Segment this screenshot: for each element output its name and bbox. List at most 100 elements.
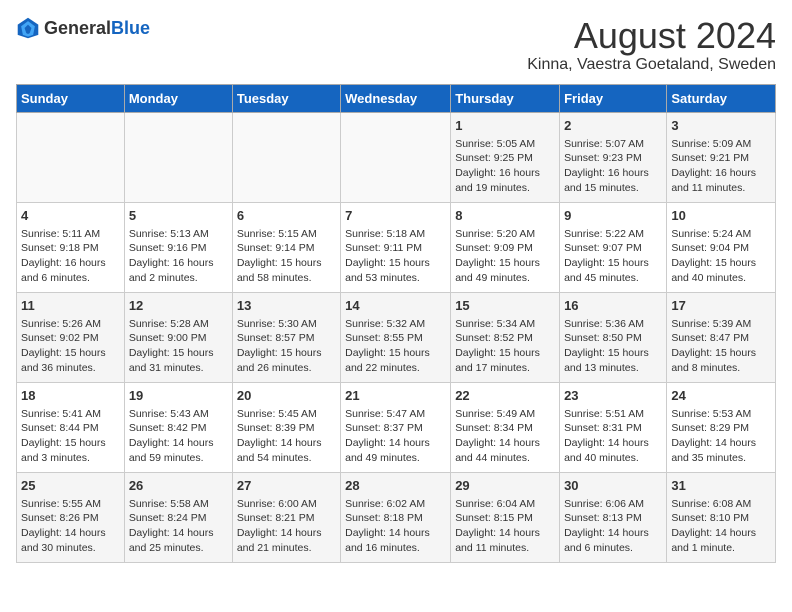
day-info: and 6 minutes.	[564, 541, 662, 556]
day-number: 23	[564, 387, 662, 405]
day-info: Sunrise: 5:26 AM	[21, 317, 120, 332]
day-number: 24	[671, 387, 771, 405]
day-info: Sunset: 8:37 PM	[345, 421, 446, 436]
day-info: Sunset: 8:21 PM	[237, 511, 336, 526]
day-info: Sunset: 9:18 PM	[21, 241, 120, 256]
header-cell-friday: Friday	[560, 84, 667, 112]
calendar-cell: 3Sunrise: 5:09 AMSunset: 9:21 PMDaylight…	[667, 112, 776, 202]
day-info: and 31 minutes.	[129, 361, 228, 376]
day-info: Sunrise: 5:05 AM	[455, 137, 555, 152]
day-info: Sunset: 9:07 PM	[564, 241, 662, 256]
calendar-cell: 19Sunrise: 5:43 AMSunset: 8:42 PMDayligh…	[124, 382, 232, 472]
day-info: Daylight: 15 hours	[129, 346, 228, 361]
day-info: Sunset: 8:39 PM	[237, 421, 336, 436]
day-info: Daylight: 15 hours	[21, 436, 120, 451]
day-info: Sunrise: 5:55 AM	[21, 497, 120, 512]
day-info: Sunrise: 5:51 AM	[564, 407, 662, 422]
day-info: Daylight: 15 hours	[671, 256, 771, 271]
day-info: Daylight: 14 hours	[237, 526, 336, 541]
header-cell-monday: Monday	[124, 84, 232, 112]
day-info: Sunrise: 5:09 AM	[671, 137, 771, 152]
calendar-cell: 28Sunrise: 6:02 AMSunset: 8:18 PMDayligh…	[341, 472, 451, 562]
day-info: and 35 minutes.	[671, 451, 771, 466]
day-info: Sunrise: 5:47 AM	[345, 407, 446, 422]
day-info: Daylight: 14 hours	[564, 436, 662, 451]
day-info: Daylight: 16 hours	[455, 166, 555, 181]
day-info: Sunset: 9:09 PM	[455, 241, 555, 256]
day-info: Daylight: 16 hours	[21, 256, 120, 271]
day-info: Sunrise: 6:04 AM	[455, 497, 555, 512]
day-info: and 13 minutes.	[564, 361, 662, 376]
day-number: 4	[21, 207, 120, 225]
week-row-4: 18Sunrise: 5:41 AMSunset: 8:44 PMDayligh…	[17, 382, 776, 472]
day-info: Sunrise: 5:45 AM	[237, 407, 336, 422]
calendar-cell: 27Sunrise: 6:00 AMSunset: 8:21 PMDayligh…	[232, 472, 340, 562]
day-info: and 3 minutes.	[21, 451, 120, 466]
day-info: and 25 minutes.	[129, 541, 228, 556]
calendar-cell: 14Sunrise: 5:32 AMSunset: 8:55 PMDayligh…	[341, 292, 451, 382]
day-number: 2	[564, 117, 662, 135]
day-number: 28	[345, 477, 446, 495]
page-header: GeneralBlue August 2024 Kinna, Vaestra G…	[16, 16, 776, 74]
day-info: Sunrise: 5:39 AM	[671, 317, 771, 332]
day-info: and 8 minutes.	[671, 361, 771, 376]
day-number: 25	[21, 477, 120, 495]
day-info: Sunset: 8:15 PM	[455, 511, 555, 526]
day-info: Sunset: 9:16 PM	[129, 241, 228, 256]
day-info: Daylight: 15 hours	[455, 256, 555, 271]
day-info: Sunrise: 5:49 AM	[455, 407, 555, 422]
day-number: 31	[671, 477, 771, 495]
day-info: Sunrise: 5:28 AM	[129, 317, 228, 332]
day-info: Sunset: 9:04 PM	[671, 241, 771, 256]
calendar-cell: 8Sunrise: 5:20 AMSunset: 9:09 PMDaylight…	[451, 202, 560, 292]
day-info: Daylight: 15 hours	[455, 346, 555, 361]
day-info: and 21 minutes.	[237, 541, 336, 556]
day-info: and 19 minutes.	[455, 181, 555, 196]
day-info: Sunset: 8:29 PM	[671, 421, 771, 436]
day-info: Daylight: 14 hours	[345, 526, 446, 541]
header-cell-saturday: Saturday	[667, 84, 776, 112]
day-info: and 59 minutes.	[129, 451, 228, 466]
day-info: Sunset: 9:14 PM	[237, 241, 336, 256]
day-info: Daylight: 15 hours	[237, 256, 336, 271]
day-info: and 11 minutes.	[671, 181, 771, 196]
calendar-cell: 5Sunrise: 5:13 AMSunset: 9:16 PMDaylight…	[124, 202, 232, 292]
day-info: Sunrise: 6:08 AM	[671, 497, 771, 512]
day-info: and 30 minutes.	[21, 541, 120, 556]
day-info: and 15 minutes.	[564, 181, 662, 196]
day-info: Sunset: 8:26 PM	[21, 511, 120, 526]
calendar-cell: 24Sunrise: 5:53 AMSunset: 8:29 PMDayligh…	[667, 382, 776, 472]
title-block: August 2024 Kinna, Vaestra Goetaland, Sw…	[527, 16, 776, 74]
day-info: and 22 minutes.	[345, 361, 446, 376]
day-info: Sunrise: 5:41 AM	[21, 407, 120, 422]
day-info: Sunset: 9:00 PM	[129, 331, 228, 346]
calendar-cell: 2Sunrise: 5:07 AMSunset: 9:23 PMDaylight…	[560, 112, 667, 202]
calendar-cell: 31Sunrise: 6:08 AMSunset: 8:10 PMDayligh…	[667, 472, 776, 562]
day-info: Sunset: 8:52 PM	[455, 331, 555, 346]
day-info: Daylight: 14 hours	[564, 526, 662, 541]
logo-text-general: General	[44, 18, 111, 38]
day-info: and 1 minute.	[671, 541, 771, 556]
calendar-cell: 29Sunrise: 6:04 AMSunset: 8:15 PMDayligh…	[451, 472, 560, 562]
day-info: Sunset: 8:13 PM	[564, 511, 662, 526]
calendar-cell: 18Sunrise: 5:41 AMSunset: 8:44 PMDayligh…	[17, 382, 125, 472]
calendar-cell: 13Sunrise: 5:30 AMSunset: 8:57 PMDayligh…	[232, 292, 340, 382]
calendar-cell	[17, 112, 125, 202]
day-info: Sunrise: 5:24 AM	[671, 227, 771, 242]
day-number: 3	[671, 117, 771, 135]
day-info: and 58 minutes.	[237, 271, 336, 286]
calendar-cell: 7Sunrise: 5:18 AMSunset: 9:11 PMDaylight…	[341, 202, 451, 292]
day-number: 27	[237, 477, 336, 495]
day-info: Sunrise: 5:43 AM	[129, 407, 228, 422]
day-info: Daylight: 14 hours	[345, 436, 446, 451]
day-info: Sunrise: 6:06 AM	[564, 497, 662, 512]
day-info: Sunset: 8:44 PM	[21, 421, 120, 436]
calendar-cell: 22Sunrise: 5:49 AMSunset: 8:34 PMDayligh…	[451, 382, 560, 472]
day-info: and 11 minutes.	[455, 541, 555, 556]
day-number: 19	[129, 387, 228, 405]
day-number: 6	[237, 207, 336, 225]
calendar-cell: 23Sunrise: 5:51 AMSunset: 8:31 PMDayligh…	[560, 382, 667, 472]
subtitle: Kinna, Vaestra Goetaland, Sweden	[527, 56, 776, 74]
day-info: Sunset: 9:11 PM	[345, 241, 446, 256]
day-info: Sunrise: 5:53 AM	[671, 407, 771, 422]
